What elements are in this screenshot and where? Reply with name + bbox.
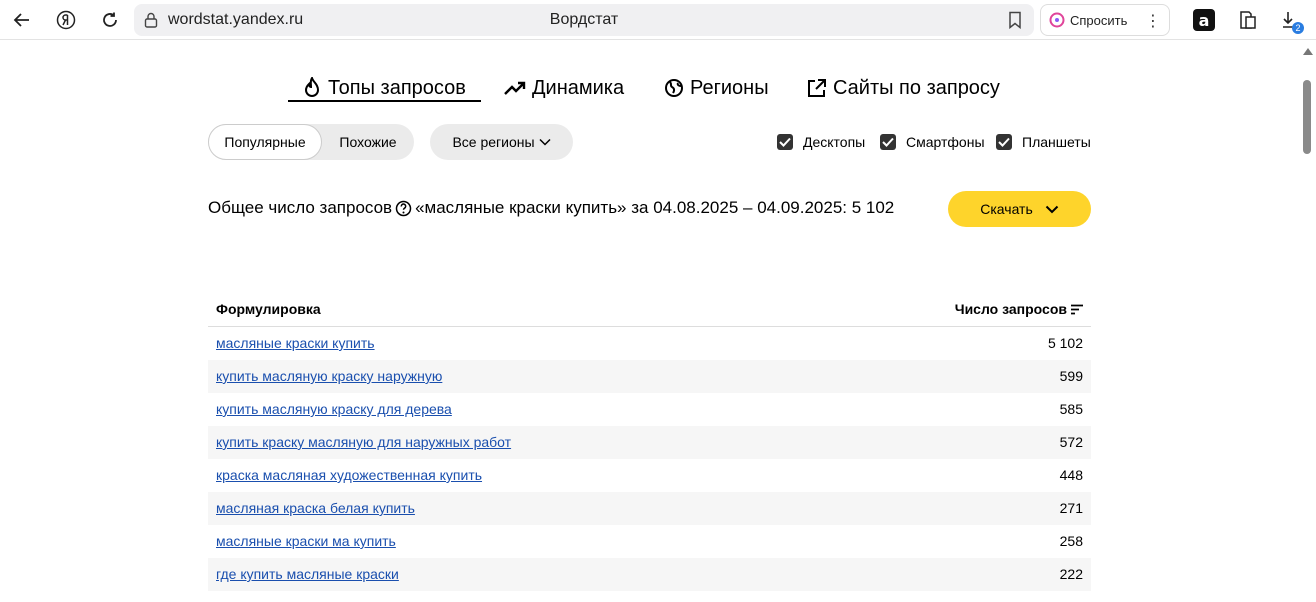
help-icon[interactable] [395,200,412,217]
address-bar[interactable]: wordstat.yandex.ru Вордстат [134,4,1034,36]
query-count: 599 [1059,368,1083,384]
globe-icon [665,79,683,97]
similar-toggle[interactable]: Похожие [322,124,414,160]
query-count: 258 [1059,533,1083,549]
column-count-label: Число запросов [954,301,1067,317]
query-type-switch: Популярные Похожие [208,124,414,160]
extension-a-icon[interactable]: a [1193,9,1215,31]
external-link-icon [808,78,826,97]
tab-top-queries[interactable]: Топы запросов [302,74,466,102]
table-row: где купить масляные краски 222 [208,558,1091,591]
yandex-button[interactable] [52,6,80,34]
active-tab-indicator [288,100,481,102]
ask-button[interactable]: Спросить ⋮ [1040,4,1170,36]
tab-dynamics[interactable]: Динамика [504,74,624,102]
smartphone-checkbox[interactable]: Смартфоны [880,133,985,151]
table-row: купить масляную краску для дерева 585 [208,393,1091,426]
reload-icon [103,12,117,27]
download-label: Скачать [980,201,1033,217]
tab-label: Сайты по запросу [833,76,1000,99]
tab-label: Динамика [532,76,625,99]
chevron-down-icon [1045,205,1058,213]
chevron-down-icon [539,138,551,146]
table-header: Формулировка Число запросов [208,292,1091,327]
more-vertical-icon[interactable]: ⋮ [1145,11,1161,31]
popular-toggle[interactable]: Популярные [208,124,322,160]
query-count: 448 [1059,467,1083,483]
summary-prefix: Общее число запросов [208,198,393,217]
back-arrow-icon [13,13,29,27]
query-count: 5 102 [1047,335,1083,351]
phrase-link[interactable]: масляные краски ма купить [216,533,396,549]
checkbox-label: Смартфоны [906,134,985,150]
checkbox-checked-icon [777,134,793,150]
tab-regions[interactable]: Регионы [664,74,769,102]
checkbox-label: Десктопы [803,134,866,150]
phrase-link[interactable]: купить масляную краску наружную [216,368,442,384]
scrollbar-thumb[interactable] [1303,80,1311,154]
region-dropdown[interactable]: Все регионы [430,124,573,160]
total-queries-summary: Общее число запросов «масляные краски ку… [208,198,894,218]
phrase-link[interactable]: краска масляная художественная купить [216,467,482,483]
tab-label: Топы запросов [328,76,466,99]
fire-icon [304,77,320,97]
downloads-badge: 2 [1292,22,1304,34]
query-count: 585 [1059,401,1083,417]
collections-icon[interactable] [1237,9,1259,31]
tablet-checkbox[interactable]: Планшеты [996,133,1091,151]
query-count: 222 [1059,566,1083,582]
lock-icon [144,12,158,28]
checkbox-label: Планшеты [1022,134,1091,150]
tab-label: Регионы [690,76,769,99]
phrase-link[interactable]: где купить масляные краски [216,566,399,582]
checkbox-checked-icon [996,134,1012,150]
summary-text: «масляные краски купить» за 04.08.2025 –… [415,198,895,217]
region-label: Все регионы [452,134,535,150]
url-text[interactable]: wordstat.yandex.ru [168,11,303,29]
reload-button[interactable] [96,6,124,34]
table-row: масляные краски ма купить 258 [208,525,1091,558]
desktop-checkbox[interactable]: Десктопы [777,133,865,151]
ask-label: Спросить [1070,13,1128,28]
table-row: краска масляная художественная купить 448 [208,459,1091,492]
back-button[interactable] [8,6,36,34]
table-row: масляные краски купить 5 102 [208,327,1091,360]
column-count[interactable]: Число запросов [955,301,1083,317]
download-button[interactable]: Скачать [948,191,1091,227]
sort-icon [1071,304,1083,314]
svg-text:a: a [1199,11,1210,30]
table-row: купить краску масляную для наружных рабо… [208,426,1091,459]
phrase-link[interactable]: купить масляную краску для дерева [216,401,452,417]
bookmark-icon[interactable] [1008,11,1022,29]
browser-toolbar: wordstat.yandex.ru Вордстат Спросить ⋮ a… [0,0,1316,40]
tab-sites[interactable]: Сайты по запросу [806,74,1000,102]
phrase-link[interactable]: масляные краски купить [216,335,375,351]
query-count: 271 [1059,500,1083,516]
alice-icon [1049,12,1065,28]
phrase-link[interactable]: масляная краска белая купить [216,500,415,516]
table-row: купить масляную краску наружную 599 [208,360,1091,393]
phrase-link[interactable]: купить краску масляную для наружных рабо… [216,434,511,450]
table-row: масляная краска белая купить 271 [208,492,1091,525]
checkbox-checked-icon [880,134,896,150]
scroll-up-icon[interactable] [1303,48,1313,55]
trend-icon [504,81,526,95]
yandex-logo-icon [56,10,76,30]
queries-table: Формулировка Число запросов масляные кра… [208,292,1091,591]
column-phrase: Формулировка [216,301,321,317]
query-count: 572 [1059,434,1083,450]
